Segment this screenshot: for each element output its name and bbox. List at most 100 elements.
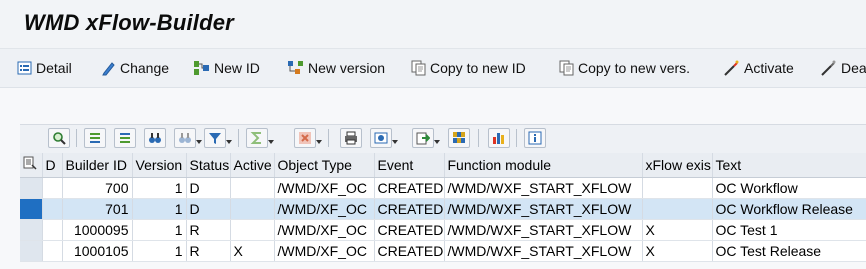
toolbar-separator — [76, 129, 77, 147]
copy-icon — [559, 60, 574, 76]
wand-icon — [724, 60, 739, 76]
sort-descending-button[interactable] — [114, 128, 136, 148]
print-button[interactable] — [340, 128, 362, 148]
new-version-button[interactable]: New version — [287, 58, 385, 78]
total-button[interactable] — [246, 128, 274, 148]
cell-version: 1 — [132, 219, 187, 241]
new-id-label: New ID — [214, 60, 260, 76]
toolbar-separator — [238, 129, 239, 147]
cell-xflow-exists — [642, 197, 713, 220]
new-id-button[interactable]: New ID — [193, 58, 260, 78]
detail-label: Detail — [36, 60, 72, 76]
column-header-xflow-exists[interactable]: xFlow exis — [642, 153, 713, 178]
column-header-version[interactable]: Version — [132, 153, 187, 178]
filter-icon — [209, 133, 221, 144]
copy-to-new-version-button[interactable]: Copy to new vers. — [559, 58, 690, 78]
export-button[interactable] — [412, 128, 440, 148]
wand-icon — [821, 60, 836, 76]
table-header-row: D Builder ID Version Status Active Objec… — [20, 153, 866, 178]
cell-event: CREATED — [374, 197, 445, 220]
cell-builder-id: 1000105 — [62, 240, 133, 262]
copy-icon — [411, 60, 426, 76]
column-header-object-type[interactable]: Object Type — [274, 153, 375, 178]
table-row[interactable]: 700 1 D /WMD/XF_OC CREATED /WMD/WXF_STAR… — [20, 177, 866, 199]
column-header-active[interactable]: Active — [230, 153, 275, 178]
row-selector-active[interactable] — [20, 198, 43, 220]
cell-builder-id: 701 — [62, 197, 133, 220]
copy-to-new-id-label: Copy to new ID — [430, 60, 526, 76]
cell-text: OC Test 1 — [712, 219, 866, 241]
sort-ascending-button[interactable] — [84, 128, 106, 148]
alv-grid-toolbar — [20, 124, 866, 153]
cell-status: D — [186, 197, 231, 220]
info-icon — [528, 131, 542, 145]
application-toolbar: Detail Change New ID New version Copy to… — [0, 49, 866, 88]
copy-to-new-id-button[interactable]: Copy to new ID — [411, 58, 526, 78]
column-header-function-module[interactable]: Function module — [444, 153, 643, 178]
new-id-icon — [194, 61, 209, 75]
subtotal-icon — [299, 132, 311, 144]
column-header-status[interactable]: Status — [186, 153, 231, 178]
cell-active — [230, 219, 275, 241]
deactivate-button[interactable]: Dea — [820, 58, 866, 78]
magnifier-icon — [53, 132, 66, 145]
cell-text: OC Workflow — [712, 177, 866, 199]
table-row-selected[interactable]: 701 1 D /WMD/XF_OC CREATED /WMD/WXF_STAR… — [20, 197, 866, 220]
subtotal-button[interactable] — [294, 128, 322, 148]
new-version-icon — [288, 61, 303, 74]
layout-button[interactable] — [448, 128, 470, 148]
cell-version: 1 — [132, 240, 187, 262]
details-grid-button[interactable] — [48, 128, 70, 148]
printer-icon — [345, 131, 357, 145]
cell-active — [230, 197, 275, 220]
find-next-button[interactable] — [174, 128, 202, 148]
views-button[interactable] — [370, 128, 398, 148]
cell-version: 1 — [132, 197, 187, 220]
row-selector[interactable] — [20, 240, 43, 262]
detail-button[interactable]: Detail — [17, 58, 72, 78]
cell-active — [230, 177, 275, 199]
column-header-text[interactable]: Text — [712, 153, 866, 178]
toolbar-separator — [478, 129, 479, 147]
cell-text: OC Workflow Release — [712, 197, 866, 220]
cell-function-module: /WMD/WXF_START_XFLOW — [444, 240, 643, 262]
graphic-button[interactable] — [488, 128, 510, 148]
info-button[interactable] — [524, 128, 546, 148]
cell-xflow-exists — [642, 177, 713, 199]
grid-layout-icon — [453, 132, 465, 143]
cell-d — [42, 197, 63, 220]
find-button[interactable] — [144, 128, 166, 148]
cell-d — [42, 240, 63, 262]
detail-icon — [17, 61, 32, 75]
new-version-label: New version — [308, 60, 386, 76]
cell-active: X — [230, 240, 275, 262]
cell-event: CREATED — [374, 240, 445, 262]
change-button[interactable]: Change — [101, 58, 169, 78]
table-row[interactable]: 1000105 1 R X /WMD/XF_OC CREATED /WMD/WX… — [20, 240, 866, 262]
cell-d — [42, 177, 63, 199]
cell-version: 1 — [132, 177, 187, 199]
row-selector[interactable] — [20, 219, 43, 241]
cell-d — [42, 219, 63, 241]
row-selector[interactable] — [20, 177, 43, 199]
cell-status: D — [186, 177, 231, 199]
pencil-icon — [102, 62, 115, 76]
column-header-event[interactable]: Event — [374, 153, 445, 178]
filter-button[interactable] — [204, 128, 232, 148]
sort-descending-icon — [120, 133, 130, 143]
column-header-builder-id[interactable]: Builder ID — [62, 153, 133, 178]
xflow-builder-table: D Builder ID Version Status Active Objec… — [20, 153, 866, 262]
select-all-column-header[interactable] — [20, 153, 43, 178]
cell-xflow-exists: X — [642, 240, 713, 262]
cell-builder-id: 700 — [62, 177, 133, 199]
deactivate-label: Dea — [841, 60, 866, 76]
bar-chart-icon — [493, 133, 504, 144]
table-row[interactable]: 1000095 1 R /WMD/XF_OC CREATED /WMD/WXF_… — [20, 219, 866, 241]
title-bar: WMD xFlow-Builder — [0, 0, 866, 49]
cell-text: OC Test Release — [712, 240, 866, 262]
select-all-icon — [23, 156, 37, 170]
column-header-d[interactable]: D — [42, 153, 63, 178]
cell-function-module: /WMD/WXF_START_XFLOW — [444, 177, 643, 199]
activate-button[interactable]: Activate — [723, 58, 794, 78]
copy-to-new-version-label: Copy to new vers. — [578, 60, 691, 76]
